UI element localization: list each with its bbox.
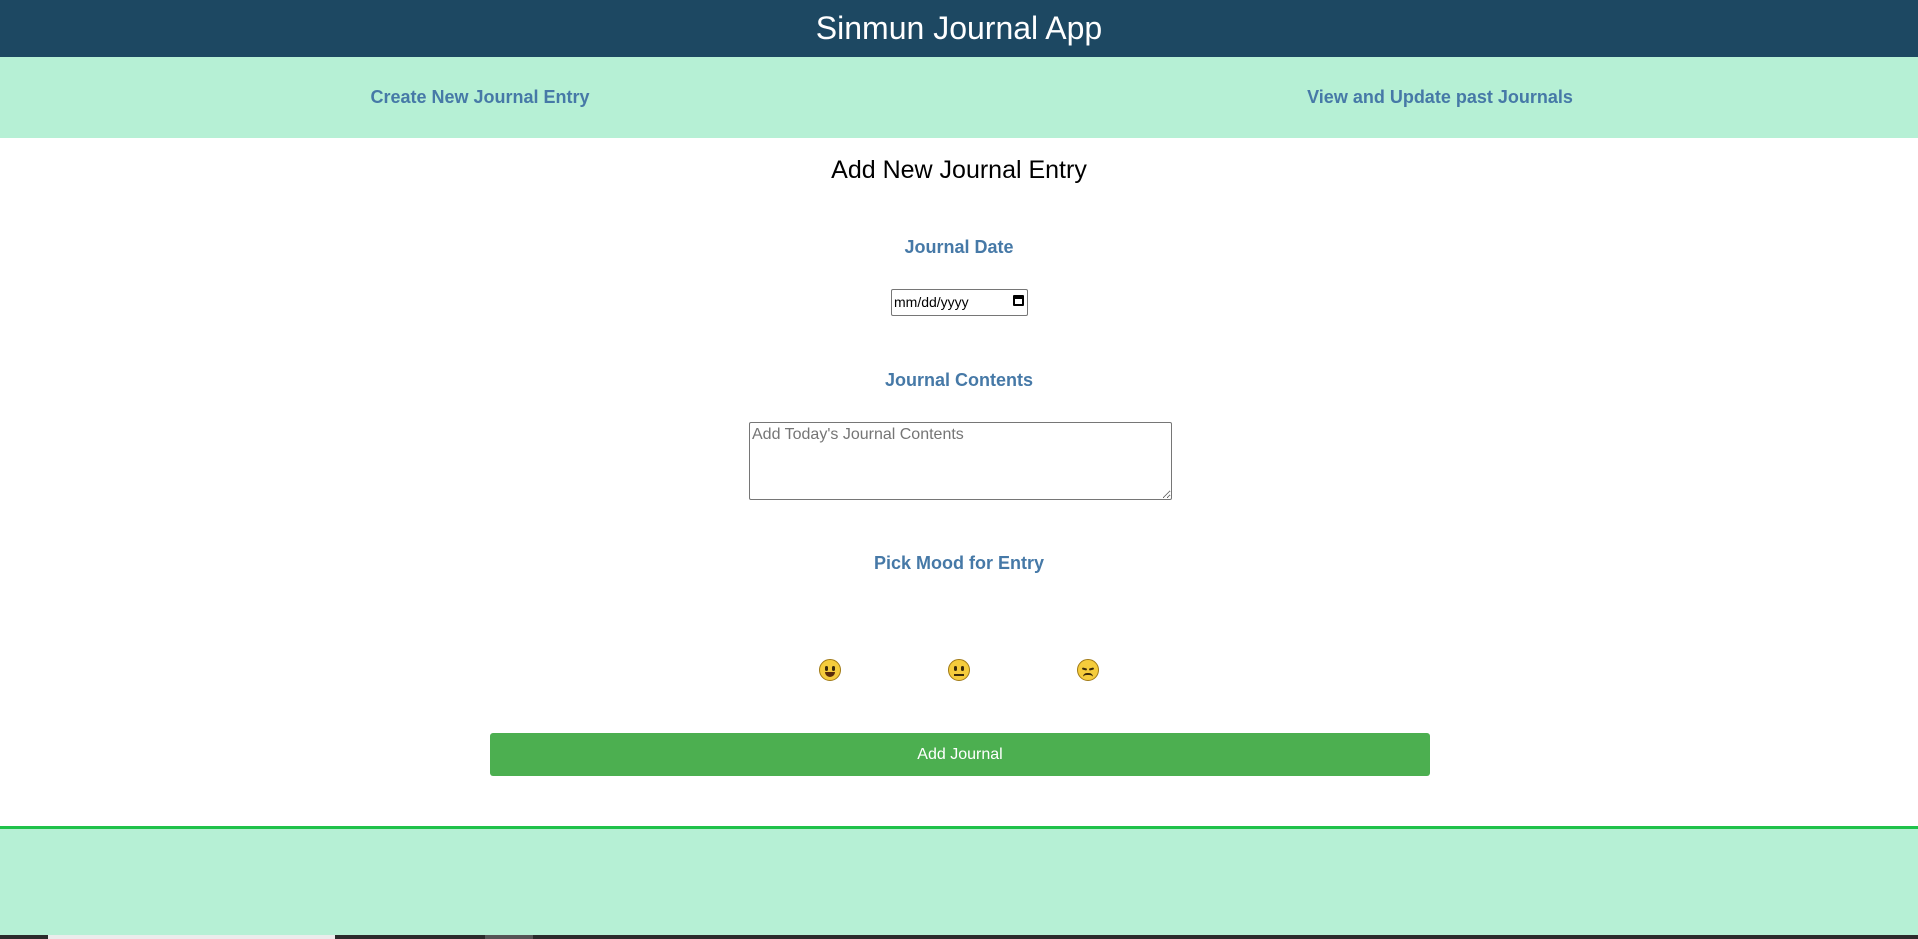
neutral-face-icon[interactable] [948,659,970,681]
app-title: Sinmun Journal App [815,10,1103,46]
nav-view-journals-link[interactable]: View and Update past Journals [1307,57,1573,137]
journal-date-label: Journal Date [904,237,1014,257]
journal-date-input[interactable]: mm/dd/yyyy [891,289,1028,316]
journal-contents-label: Journal Contents [884,370,1033,390]
form-title: Add New Journal Entry [831,156,1087,184]
journal-contents-textarea[interactable] [749,422,1172,500]
scrollbar-segment [485,935,533,939]
bottom-scrollbar [0,935,1918,939]
add-journal-button[interactable]: Add Journal [490,733,1430,776]
footer [0,829,1918,935]
journal-form: Add New Journal Entry Journal Date mm/dd… [0,138,1918,827]
app-header: Sinmun Journal App [0,0,1918,57]
nav-bar: Create New Journal Entry View and Update… [0,57,1918,138]
calendar-icon[interactable] [1013,295,1024,306]
nav-create-journal-link[interactable]: Create New Journal Entry [370,57,589,137]
pick-mood-label: Pick Mood for Entry [873,553,1044,573]
unamused-face-icon[interactable] [1077,659,1099,681]
date-input-value: mm/dd/yyyy [894,294,969,310]
journal-app: Sinmun Journal App Create New Journal En… [0,0,1918,939]
grinning-face-icon[interactable] [819,659,841,681]
scrollbar-segment [48,935,335,939]
